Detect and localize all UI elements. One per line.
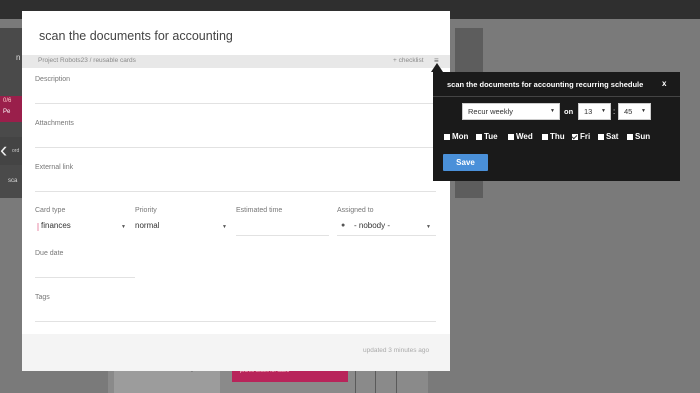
day-label: Mon xyxy=(452,132,469,141)
day-checkbox-thu[interactable]: Thu xyxy=(542,132,565,141)
card-modal: scan the documents for accounting × Proj… xyxy=(22,11,450,371)
hour-select[interactable]: 13 ▼ xyxy=(578,103,611,120)
modal-footer: updated 3 minutes ago xyxy=(22,334,450,371)
day-label: Thu xyxy=(550,132,565,141)
side-chev-text: ord xyxy=(12,148,20,154)
side-card-text: sca xyxy=(8,178,18,184)
card-title[interactable]: scan the documents for accounting xyxy=(39,29,233,43)
side-pink-count: 0/6 xyxy=(3,98,12,104)
chevron-down-icon: ▼ xyxy=(222,224,227,230)
checkbox[interactable] xyxy=(598,134,604,140)
chevron-down-icon: ▼ xyxy=(550,108,555,114)
time-separator: : xyxy=(613,107,616,116)
side-text: n xyxy=(16,53,21,62)
estimated-time-field[interactable] xyxy=(236,235,329,236)
popover-divider xyxy=(433,96,680,97)
schedule-title: scan the documents for accounting recurr… xyxy=(447,80,644,89)
save-button[interactable]: Save xyxy=(443,154,488,171)
tags-label: Tags xyxy=(35,294,50,301)
add-checklist-link[interactable]: + checklist xyxy=(393,57,424,64)
day-label: Sun xyxy=(635,132,651,141)
chevron-down-icon: ▼ xyxy=(121,224,126,230)
card-type-select[interactable]: finances ▼ xyxy=(35,221,128,235)
description-label: Description xyxy=(35,76,71,83)
recur-select[interactable]: Recur weekly ▼ xyxy=(462,103,560,120)
due-date-field[interactable] xyxy=(35,277,135,278)
assigned-to-label: Assigned to xyxy=(337,207,374,214)
day-label: Tue xyxy=(484,132,498,141)
card-type-color xyxy=(37,223,39,231)
chevron-left-icon[interactable]: ‹ ord xyxy=(0,137,22,165)
close-icon[interactable]: × xyxy=(432,13,441,30)
day-checkbox-wed[interactable]: Wed xyxy=(508,132,533,141)
minute-value: 45 xyxy=(624,107,633,116)
minute-select[interactable]: 45 ▼ xyxy=(618,103,651,120)
assigned-to-select[interactable]: ● - nobody - ▼ xyxy=(337,221,436,235)
side-pink-card[interactable]: 0/6 Pe xyxy=(0,96,22,122)
card-subbar: Project Robots23 / reusable cards + chec… xyxy=(22,55,450,68)
checkbox[interactable] xyxy=(508,134,514,140)
attachments-field[interactable] xyxy=(35,147,436,148)
user-icon: ● xyxy=(341,222,346,229)
attachments-label: Attachments xyxy=(35,120,74,127)
breadcrumb[interactable]: Project Robots23 / reusable cards xyxy=(38,57,136,64)
priority-select[interactable]: normal ▼ xyxy=(135,221,229,235)
recurring-schedule-popover: scan the documents for accounting recurr… xyxy=(433,72,680,181)
card-type-value: finances xyxy=(41,221,71,230)
close-icon[interactable]: x xyxy=(662,79,666,88)
day-checkbox-fri[interactable]: Fri xyxy=(572,132,590,141)
priority-label: Priority xyxy=(135,207,157,214)
checkbox[interactable] xyxy=(627,134,633,140)
estimated-time-label: Estimated time xyxy=(236,207,283,214)
day-label: Fri xyxy=(580,132,591,141)
day-checkbox-sun[interactable]: Sun xyxy=(627,132,650,141)
external-link-field[interactable] xyxy=(35,191,436,192)
checkbox[interactable] xyxy=(476,134,482,140)
on-label: on xyxy=(564,107,574,116)
updated-timestamp: updated 3 minutes ago xyxy=(363,347,430,354)
day-checkbox-sat[interactable]: Sat xyxy=(598,132,618,141)
chevron-down-icon: ▼ xyxy=(601,108,606,114)
chevron-down-icon: ▼ xyxy=(641,108,646,114)
card-type-label: Card type xyxy=(35,207,66,214)
recur-value: Recur weekly xyxy=(468,107,514,116)
assigned-underline xyxy=(337,235,436,236)
priority-value: normal xyxy=(135,221,160,230)
hour-value: 13 xyxy=(584,107,593,116)
day-checkbox-mon[interactable]: Mon xyxy=(444,132,468,141)
description-field[interactable] xyxy=(35,103,436,104)
side-pink-label: Pe xyxy=(3,109,11,115)
checkbox[interactable] xyxy=(444,134,450,140)
due-date-label: Due date xyxy=(35,250,64,257)
day-label: Sat xyxy=(606,132,619,141)
popover-arrow xyxy=(431,63,443,72)
chevron-down-icon: ▼ xyxy=(426,224,431,230)
assigned-value: - nobody - xyxy=(354,221,391,230)
tags-field[interactable] xyxy=(35,321,436,322)
checkbox[interactable] xyxy=(572,134,578,140)
external-link-label: External link xyxy=(35,164,74,171)
day-label: Wed xyxy=(516,132,533,141)
checkbox[interactable] xyxy=(542,134,548,140)
day-checkbox-tue[interactable]: Tue xyxy=(476,132,498,141)
